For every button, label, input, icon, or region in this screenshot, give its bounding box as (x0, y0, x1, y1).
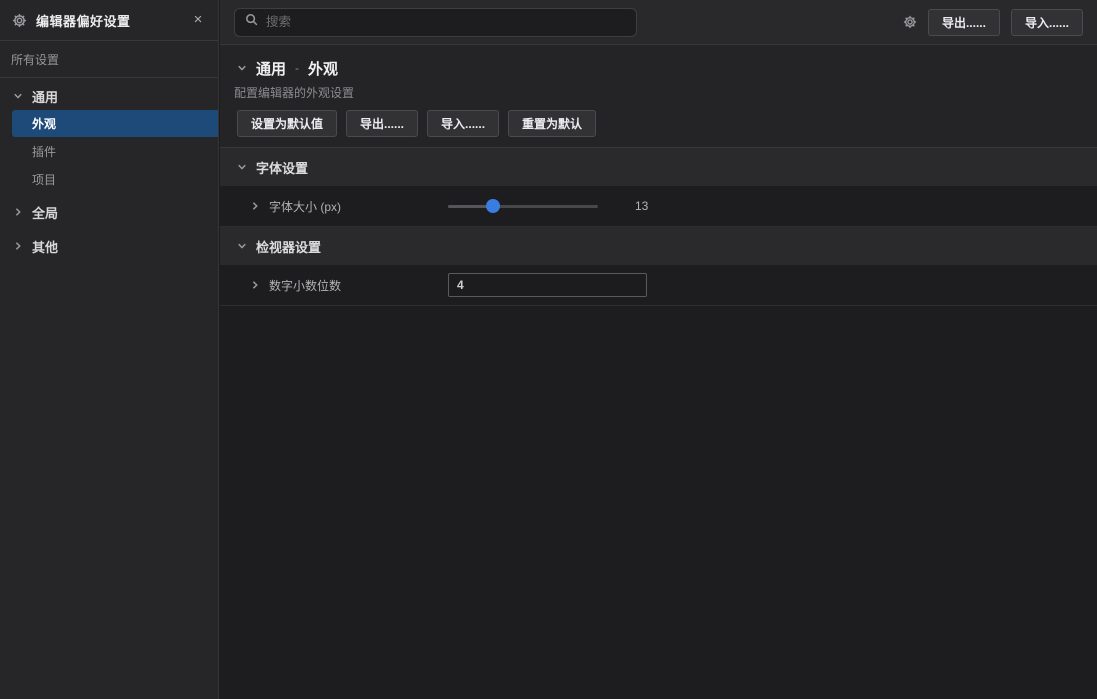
tree-item-appearance[interactable]: 外观 (12, 110, 218, 137)
gear-icon[interactable] (903, 15, 917, 29)
tree-item-label: 项目 (32, 171, 56, 188)
window-title: 编辑器偏好设置 (36, 11, 190, 30)
close-icon[interactable]: × (190, 12, 206, 28)
topbar: 导出...... 导入...... (220, 0, 1097, 45)
chevron-right-icon (13, 207, 23, 217)
empty-area (220, 306, 1097, 694)
tree-item-label: 全局 (32, 203, 58, 222)
tree-item-project[interactable]: 项目 (0, 166, 218, 193)
search-icon (245, 13, 258, 31)
chevron-right-icon[interactable] (250, 201, 260, 211)
tree-item-label: 插件 (32, 143, 56, 160)
tree-item-other[interactable]: 其他 (0, 232, 218, 260)
chevron-down-icon[interactable] (237, 63, 247, 73)
breadcrumb-separator: - (295, 61, 299, 75)
all-settings-label: 所有设置 (11, 51, 59, 68)
main-panel: 导出...... 导入...... 通用 - 外观 配置编辑器的外观设置 设置为… (220, 0, 1097, 699)
setting-label: 字体大小 (px) (269, 198, 341, 215)
setting-label: 数字小数位数 (269, 277, 341, 294)
sidebar-header: 编辑器偏好设置 × (0, 0, 218, 41)
topbar-actions: 导出...... 导入...... (903, 9, 1083, 36)
export-button[interactable]: 导出...... (928, 9, 1000, 36)
page-header: 通用 - 外观 配置编辑器的外观设置 设置为默认值 导出...... 导入...… (220, 45, 1097, 148)
breadcrumb-current: 外观 (308, 58, 338, 79)
tree-item-label: 外观 (32, 115, 56, 132)
page-description: 配置编辑器的外观设置 (234, 84, 1083, 99)
tree-item-label: 其他 (32, 237, 58, 256)
section-header-font-settings[interactable]: 字体设置 (220, 148, 1097, 186)
tree-item-global[interactable]: 全局 (0, 198, 218, 226)
reset-to-default-button[interactable]: 重置为默认 (508, 110, 596, 137)
set-as-default-button[interactable]: 设置为默认值 (237, 110, 337, 137)
section-title: 检视器设置 (256, 237, 321, 256)
sidebar-item-all-settings[interactable]: 所有设置 (0, 41, 218, 78)
chevron-down-icon (13, 91, 23, 101)
tree-item-plugins[interactable]: 插件 (0, 138, 218, 165)
preferences-window: 编辑器偏好设置 × 所有设置 通用 外观 插件 项目 (0, 0, 1097, 699)
gear-icon (12, 13, 27, 28)
action-buttons: 设置为默认值 导出...... 导入...... 重置为默认 (234, 110, 1083, 137)
tree-item-general[interactable]: 通用 (0, 82, 218, 110)
export-button[interactable]: 导出...... (346, 110, 418, 137)
breadcrumb-parent: 通用 (256, 58, 286, 79)
breadcrumb: 通用 - 外观 (234, 57, 1083, 79)
section-header-inspector-settings[interactable]: 检视器设置 (220, 227, 1097, 265)
tree-item-label: 通用 (32, 87, 58, 106)
setting-row-font-size: 字体大小 (px) 13 (220, 186, 1097, 227)
section-title: 字体设置 (256, 158, 308, 177)
font-size-value: 13 (635, 199, 648, 213)
chevron-down-icon (237, 241, 247, 251)
font-size-slider[interactable] (448, 199, 598, 213)
decimal-places-input[interactable] (448, 273, 647, 297)
chevron-right-icon (13, 241, 23, 251)
import-button[interactable]: 导入...... (427, 110, 499, 137)
setting-row-decimal-places: 数字小数位数 (220, 265, 1097, 306)
slider-thumb[interactable] (486, 199, 500, 213)
search-box[interactable] (234, 8, 637, 37)
chevron-right-icon[interactable] (250, 280, 260, 290)
sidebar: 编辑器偏好设置 × 所有设置 通用 外观 插件 项目 (0, 0, 219, 699)
search-input[interactable] (266, 15, 626, 29)
settings-tree: 通用 外观 插件 项目 全局 其他 (0, 78, 218, 260)
import-button[interactable]: 导入...... (1011, 9, 1083, 36)
chevron-down-icon (237, 162, 247, 172)
